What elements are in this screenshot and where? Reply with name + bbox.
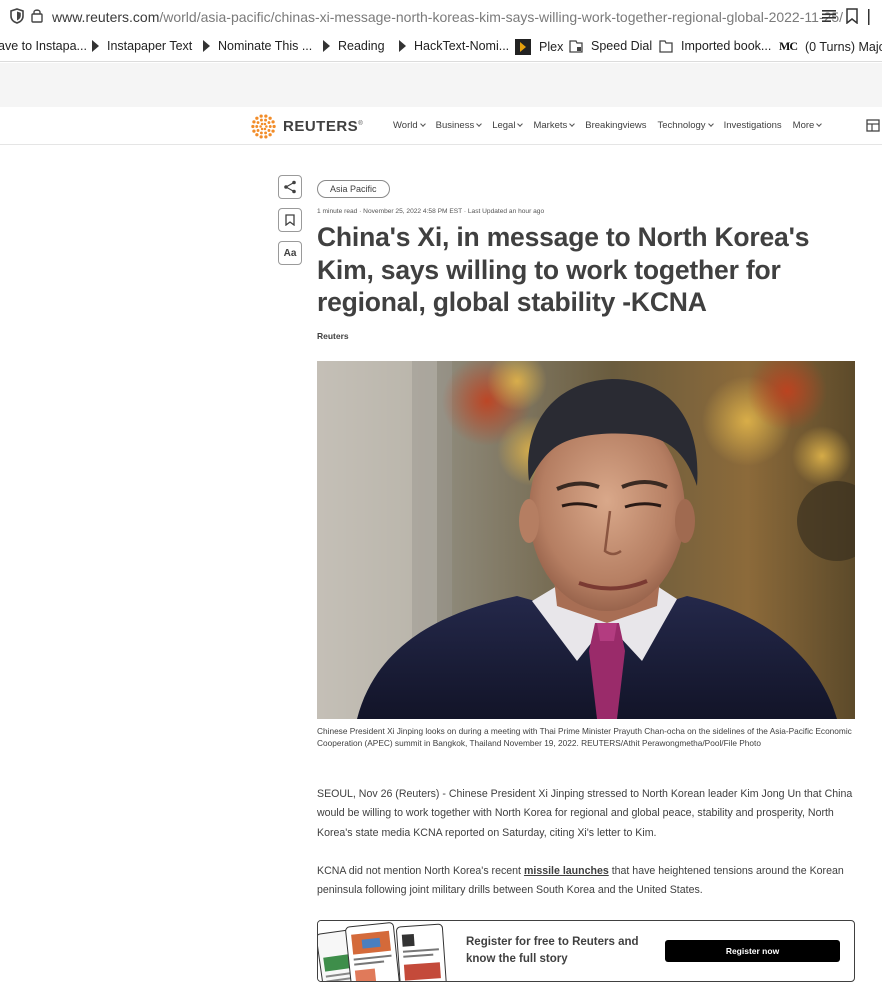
bookmarks-bar: ave to Instapa... Instapaper Text Nomina… <box>0 34 882 62</box>
nav-item-markets[interactable]: Markets <box>533 120 576 131</box>
bookmark-item[interactable]: Nominate This ... <box>203 39 312 53</box>
nav-label: Markets <box>533 120 568 131</box>
bookmark-item[interactable]: MC (0 Turns) Major... <box>779 39 882 54</box>
paragraph-2-text-before: KCNA did not mention North Korea's recen… <box>317 864 524 877</box>
nav-label: Legal <box>492 120 516 131</box>
article-photo[interactable] <box>317 361 855 719</box>
bookmark-star-icon[interactable] <box>846 8 858 24</box>
paragraph-2: KCNA did not mention North Korea's recen… <box>317 862 857 901</box>
chevron-down-icon <box>476 121 483 127</box>
nav-item-breakingviews[interactable]: Breakingviews <box>585 120 646 131</box>
bookmark-label: HackText-Nomi... <box>414 39 510 53</box>
reuters-logo[interactable]: REUTERS® <box>250 113 363 140</box>
bookmark-item[interactable]: Plex <box>515 39 563 55</box>
nav-label: Business <box>435 120 475 131</box>
url-path: /world/asia-pacific/chinas-xi-message-no… <box>159 9 844 25</box>
nav-item-investigations[interactable]: Investigations <box>724 120 782 131</box>
url-host: www.reuters.com <box>52 9 160 25</box>
bookmark-triangle-icon <box>399 40 406 52</box>
plex-icon <box>515 39 531 55</box>
photo-caption: Chinese President Xi Jinping looks on du… <box>317 726 852 749</box>
reader-view-icon[interactable] <box>822 10 836 22</box>
bookmark-label: Nominate This ... <box>218 39 313 53</box>
bookmark-label: Instapaper Text <box>107 39 193 53</box>
ad-spacer <box>0 63 882 107</box>
bookmark-label: Reading <box>338 39 385 53</box>
shield-icon[interactable] <box>10 8 24 24</box>
bookmark-item[interactable]: HackText-Nomi... <box>399 39 509 53</box>
bookmark-label: Speed Dial <box>591 39 653 53</box>
nav-item-legal[interactable]: Legal <box>492 120 524 131</box>
missile-launches-link[interactable]: missile launches <box>524 865 609 877</box>
nav-item-technology[interactable]: Technology <box>657 120 714 131</box>
chevron-down-icon <box>569 121 576 127</box>
bookmark-icon <box>285 214 295 226</box>
save-article-button[interactable] <box>278 208 302 232</box>
layout-icon[interactable] <box>866 119 880 132</box>
bookmark-item[interactable]: Instapaper Text <box>92 39 192 53</box>
section-tag[interactable]: Asia Pacific <box>317 180 390 198</box>
bookmark-item[interactable]: Speed Dial <box>569 39 652 53</box>
article-headline: China's Xi, in message to North Korea's … <box>317 222 810 317</box>
nav-label: Technology <box>657 120 706 131</box>
article-body: SEOUL, Nov 26 (Reuters) - Chinese Presid… <box>317 785 857 919</box>
logo-wordmark: REUTERS <box>283 118 359 135</box>
bookmark-triangle-icon <box>323 40 330 52</box>
chevron-down-icon <box>816 121 823 127</box>
article-byline[interactable]: Reuters <box>317 331 857 341</box>
folder-icon <box>659 39 673 53</box>
share-icon <box>284 180 296 194</box>
article-header: Asia Pacific 1 minute read · November 25… <box>317 178 857 341</box>
site-navigation: REUTERS® World Business Legal Markets Br… <box>0 107 882 145</box>
bookmark-item[interactable]: Reading <box>323 39 385 53</box>
nav-label: More <box>792 120 815 131</box>
article-meta: 1 minute read · November 25, 2022 4:58 P… <box>317 208 545 215</box>
nav-menu: World Business Legal Markets Breakingvie… <box>393 120 832 131</box>
nav-item-business[interactable]: Business <box>435 120 483 131</box>
lock-icon[interactable] <box>31 8 43 23</box>
paragraph-1: SEOUL, Nov 26 (Reuters) - Chinese Presid… <box>317 788 853 839</box>
nav-label: Investigations <box>723 120 782 131</box>
share-button[interactable] <box>278 175 302 199</box>
reuters-logo-icon <box>251 114 276 139</box>
app-preview-image <box>318 921 458 981</box>
logo-registered-mark: ® <box>358 121 364 127</box>
menu-icon[interactable] <box>868 9 882 25</box>
bookmark-triangle-icon <box>203 40 210 52</box>
bookmark-label: ave to Instapa... <box>0 39 87 53</box>
register-promo: Register for free to Reuters and know th… <box>317 920 855 982</box>
text-size-label: Aa <box>283 247 297 259</box>
chevron-down-icon <box>707 121 714 127</box>
bookmark-item[interactable]: ave to Instapa... <box>0 39 87 53</box>
browser-url-bar: www.reuters.com/world/asia-pacific/china… <box>0 0 882 34</box>
nav-item-more[interactable]: More <box>792 120 823 131</box>
register-text: Register for free to Reuters and know th… <box>466 936 639 965</box>
nav-item-world[interactable]: World <box>393 120 426 131</box>
nav-label: Breakingviews <box>585 120 647 131</box>
nav-label: World <box>393 120 418 131</box>
bookmark-label: Imported book... <box>681 39 772 53</box>
mc-icon: MC <box>779 39 798 53</box>
bookmark-label: Plex <box>539 40 564 54</box>
bookmark-label: (0 Turns) Major... <box>805 39 882 54</box>
chevron-down-icon <box>517 121 524 127</box>
text-size-button[interactable]: Aa <box>278 241 302 265</box>
speed-dial-icon <box>569 39 583 53</box>
chevron-down-icon <box>419 121 426 127</box>
bookmark-item[interactable]: Imported book... <box>659 39 771 53</box>
photo-xi-jinping <box>317 361 855 719</box>
bookmark-triangle-icon <box>92 40 99 52</box>
logo-text: REUTERS® <box>283 118 363 135</box>
register-now-button[interactable]: Register now <box>665 940 840 962</box>
url-text[interactable]: www.reuters.com/world/asia-pacific/china… <box>52 9 843 25</box>
